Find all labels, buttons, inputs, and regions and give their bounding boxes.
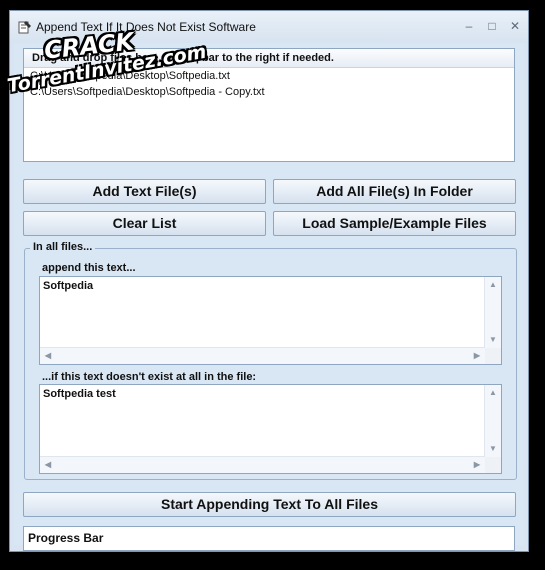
scroll-down-icon[interactable]: ▼ [485,441,501,457]
app-icon [18,21,31,34]
file-list-header[interactable]: Drag and drop files here. Move | bar to … [24,49,514,68]
window-title: Append Text If It Does Not Exist Softwar… [36,20,256,34]
add-all-files-in-folder-button[interactable]: Add All File(s) In Folder [273,179,516,204]
append-vertical-scrollbar[interactable]: ▲ ▼ [484,277,501,348]
condition-vertical-scrollbar[interactable]: ▲ ▼ [484,385,501,457]
condition-horizontal-scrollbar[interactable]: ◀ ▶ [40,456,485,473]
title-bar[interactable]: Append Text If It Does Not Exist Softwar… [10,11,528,43]
scroll-right-icon[interactable]: ▶ [469,348,485,364]
maximize-icon[interactable]: □ [483,18,501,34]
add-text-files-button[interactable]: Add Text File(s) [23,179,266,204]
client-area: Drag and drop files here. Move | bar to … [14,43,524,551]
scroll-down-icon[interactable]: ▼ [485,332,501,348]
start-appending-button[interactable]: Start Appending Text To All Files [23,492,516,517]
options-group: In all files... append this text... Soft… [24,241,517,480]
condition-label: ...if this text doesn't exist at all in … [42,371,257,383]
scroll-up-icon[interactable]: ▲ [485,277,501,293]
scroll-corner [485,348,501,364]
append-text-value: Softpedia [43,280,94,292]
group-legend: In all files... [30,241,96,253]
file-list[interactable]: Drag and drop files here. Move | bar to … [23,48,515,162]
file-list-row[interactable]: C:\Users\Softpedia\Desktop\Softpedia - C… [24,84,514,100]
append-horizontal-scrollbar[interactable]: ◀ ▶ [40,347,485,364]
append-text-area[interactable]: Softpedia ▲ ▼ ◀ ▶ [39,276,502,365]
scroll-left-icon[interactable]: ◀ [40,348,56,364]
scroll-corner [485,457,501,473]
file-list-row[interactable]: C:\Users\Softpedia\Desktop\Softpedia.txt [24,68,514,84]
clear-list-button[interactable]: Clear List [23,211,266,236]
scroll-right-icon[interactable]: ▶ [469,457,485,473]
progress-bar: Progress Bar [23,526,515,551]
append-label: append this text... [42,262,136,274]
scroll-left-icon[interactable]: ◀ [40,457,56,473]
minimize-icon[interactable]: – [460,18,478,34]
app-window: Append Text If It Does Not Exist Softwar… [9,10,529,552]
close-icon[interactable]: ✕ [506,18,524,34]
scroll-up-icon[interactable]: ▲ [485,385,501,401]
condition-text-value: Softpedia test [43,388,116,400]
condition-text-area[interactable]: Softpedia test ▲ ▼ ◀ ▶ [39,384,502,474]
load-sample-files-button[interactable]: Load Sample/Example Files [273,211,516,236]
